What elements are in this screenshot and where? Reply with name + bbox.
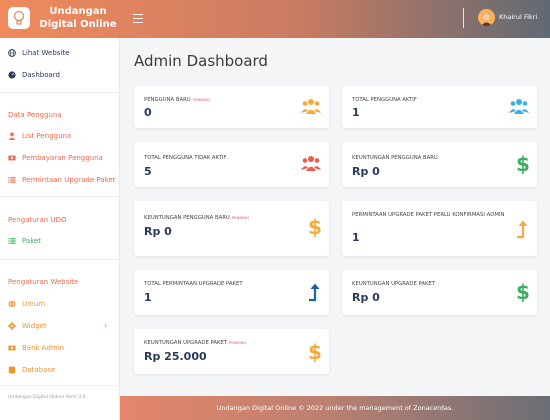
chevron-right-icon[interactable]: › (104, 321, 107, 330)
sidebar: Lihat Website Dashboard Data Pengguna Li… (0, 38, 120, 420)
svg-text:$: $ (309, 217, 321, 237)
card-label: Keuntungan Pengguna Baru (352, 155, 438, 161)
sidebar-item-label: Bank Admin (22, 344, 65, 352)
card-label: Total Pengguna Aktif (352, 97, 417, 103)
page-footer: Undangan Digital Online © 2022 under the… (120, 396, 550, 420)
avatar-icon (478, 9, 495, 26)
menu-toggle-button[interactable] (133, 11, 143, 25)
stat-card-permintaan-upgrade-konfirmasi: Permintaan Upgrade Paket Perlu Konfirmas… (342, 201, 537, 256)
dollar-icon: $ (517, 282, 529, 302)
brand-logo[interactable] (8, 7, 30, 29)
card-value: Rp 0 (352, 165, 380, 178)
card-label: Keuntungan Pengguna Baru PENDING (144, 215, 250, 221)
arrow-up-icon (309, 283, 320, 302)
stat-card-keuntungan-upgrade-paket: Keuntungan Upgrade Paket Rp 0 $ (342, 270, 537, 315)
card-value: 1 (352, 231, 360, 244)
brand-line-2: Digital Online (39, 19, 117, 30)
card-value: Rp 0 (352, 291, 380, 304)
lightbulb-icon (13, 10, 25, 25)
sidebar-divider (0, 92, 120, 93)
stat-card-keuntungan-pengguna-baru: Keuntungan Pengguna Baru Rp 0 $ (342, 142, 537, 187)
sidebar-divider (0, 385, 120, 386)
sidebar-item-umum[interactable]: Umum (8, 300, 45, 308)
stat-card-pengguna-baru: Pengguna Baru PENDING 0 (134, 86, 329, 128)
card-value: Rp 25.000 (144, 350, 207, 363)
sidebar-item-dashboard[interactable]: Dashboard (8, 71, 60, 79)
card-label: Pengguna Baru PENDING (144, 97, 211, 103)
card-label: Keuntungan Upgrade Paket (352, 281, 436, 287)
pending-badge: PENDING (231, 215, 250, 220)
sidebar-section-title: Data Pengguna (8, 111, 62, 119)
users-icon (509, 99, 529, 114)
stat-card-keuntungan-pengguna-baru-pending: Keuntungan Pengguna Baru PENDING Rp 0 $ (134, 201, 329, 256)
card-value: 0 (144, 106, 152, 119)
card-label: Keuntungan Upgrade Paket PENDING (144, 340, 247, 346)
topbar-divider (463, 8, 464, 28)
arrow-up-icon (517, 220, 528, 239)
sidebar-item-label: Lihat Website (22, 49, 70, 57)
card-label: Permintaan Upgrade Paket Perlu Konfirmas… (352, 212, 505, 218)
sidebar-section-title: Pengaturan Website (8, 278, 79, 286)
users-icon (301, 99, 321, 114)
sidebar-divider (0, 259, 120, 260)
card-value: 1 (352, 106, 360, 119)
stat-card-keuntungan-upgrade-paket-pending: Keuntungan Upgrade Paket PENDING Rp 25.00… (134, 329, 329, 374)
sidebar-item-label: Paket (22, 237, 42, 245)
sidebar-item-label: Widget (22, 322, 47, 330)
sidebar-section-title: Pengaturan UDO (8, 216, 67, 224)
dollar-icon: $ (517, 154, 529, 174)
pending-badge: PENDING (192, 97, 211, 102)
avatar[interactable] (478, 9, 495, 26)
card-label: Total Pengguna Tidak Aktif (144, 155, 227, 161)
page-title: Admin Dashboard (134, 52, 268, 70)
sidebar-item-list-pengguna[interactable]: List Pengguna (8, 132, 71, 140)
sidebar-item-label: Pembayaran Pengguna (22, 154, 103, 162)
globe-icon (8, 300, 16, 308)
svg-text:$: $ (517, 282, 529, 302)
svg-text:$: $ (517, 154, 529, 174)
globe-icon (8, 49, 16, 57)
card-value: 5 (144, 165, 152, 178)
user-name[interactable]: Khairul Fikri (499, 13, 537, 21)
stat-card-total-pengguna-tidak-aktif: Total Pengguna Tidak Aktif 5 (134, 142, 329, 187)
user-icon (8, 132, 16, 140)
dashboard-icon (8, 71, 16, 79)
brand-name[interactable]: Undangan Digital Online (38, 5, 118, 31)
list-icon (8, 177, 16, 183)
sidebar-version-text: Undangan Digital Online Versi 3.0 (8, 395, 86, 400)
sidebar-item-pembayaran-pengguna[interactable]: Pembayaran Pengguna (8, 154, 103, 162)
sidebar-item-database[interactable]: Database (8, 366, 55, 374)
list-icon (8, 238, 16, 244)
sidebar-item-widget[interactable]: Widget (8, 322, 47, 330)
sidebar-item-label: Database (22, 366, 56, 374)
money-icon (8, 345, 16, 351)
pending-badge: PENDING (229, 340, 247, 345)
database-icon (8, 366, 16, 374)
stat-card-total-pengguna-aktif: Total Pengguna Aktif 1 (342, 86, 537, 128)
sidebar-item-label: Dashboard (22, 71, 60, 79)
money-icon (8, 155, 16, 161)
gear-icon (8, 322, 16, 330)
sidebar-divider (0, 196, 120, 197)
brand-line-1: Undangan (49, 6, 107, 17)
stat-card-total-permintaan-upgrade: Total Permintaan Upgrade Paket 1 (134, 270, 329, 315)
footer-text: Undangan Digital Online © 2022 under the… (216, 404, 454, 412)
dollar-icon: $ (309, 217, 321, 237)
sidebar-item-label: Umum (22, 300, 46, 308)
svg-text:$: $ (309, 342, 321, 362)
users-icon (301, 156, 321, 171)
sidebar-item-label: List Pengguna (22, 132, 72, 140)
sidebar-item-lihat-website[interactable]: Lihat Website (8, 49, 69, 57)
card-label: Total Permintaan Upgrade Paket (144, 281, 243, 287)
sidebar-item-permintaan-upgrade[interactable]: Permintaan Upgrade Paket (8, 176, 115, 184)
sidebar-item-label: Permintaan Upgrade Paket (22, 176, 116, 184)
dollar-icon: $ (309, 342, 321, 362)
main-content: Admin Dashboard Pengguna Baru PENDING 0 T… (120, 38, 550, 396)
sidebar-item-bank-admin[interactable]: Bank Admin (8, 344, 64, 352)
card-value: 1 (144, 291, 152, 304)
sidebar-item-paket[interactable]: Paket (8, 237, 41, 245)
card-value: Rp 0 (144, 225, 172, 238)
top-bar: Undangan Digital Online Khairul Fikri (0, 0, 550, 38)
